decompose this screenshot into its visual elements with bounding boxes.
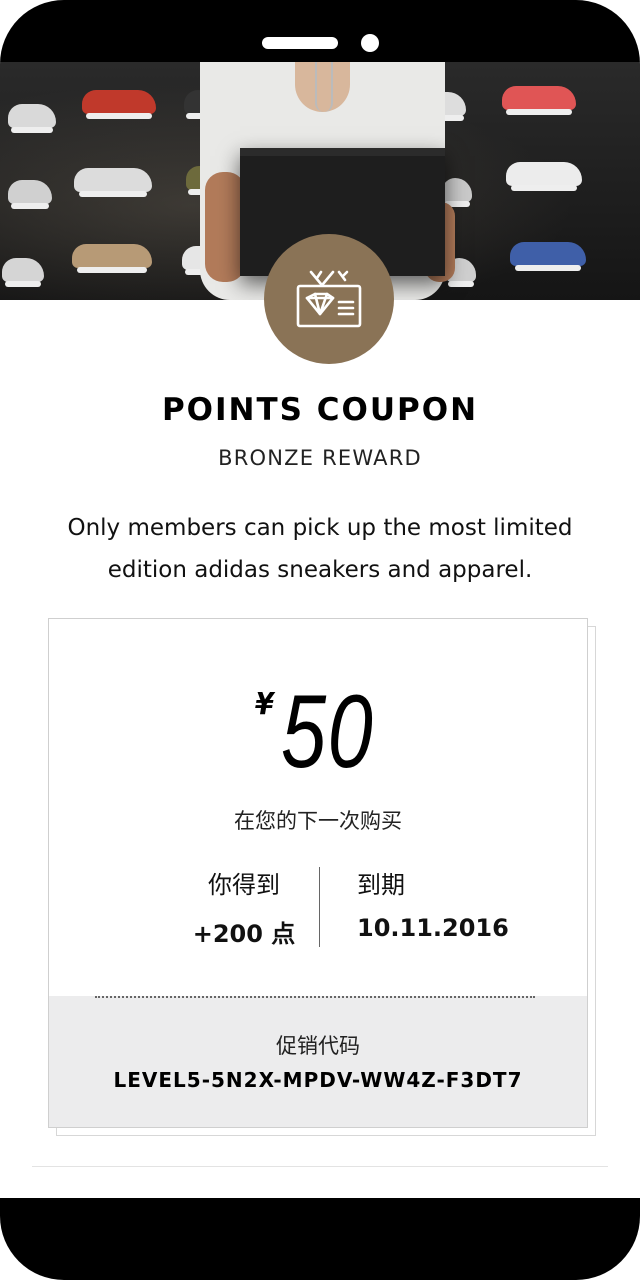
sneaker-image bbox=[8, 104, 56, 133]
coupon-description: Only members can pick up the most limite… bbox=[67, 515, 573, 583]
promo-code-value[interactable]: LEVEL5-5N2X-MPDV-WW4Z-F3DT7 bbox=[49, 1068, 587, 1092]
currency-symbol: ¥ bbox=[255, 687, 274, 722]
sneaker-image bbox=[82, 90, 156, 119]
sneaker-image bbox=[8, 180, 52, 209]
membership-card-icon bbox=[296, 270, 362, 328]
reward-badge bbox=[264, 234, 394, 364]
promo-code-label: 促销代码 bbox=[276, 1034, 360, 1058]
expiry-section: 到期 10.11.2016 bbox=[357, 865, 527, 942]
sneaker-image bbox=[502, 86, 576, 115]
points-value: +200 点 bbox=[192, 920, 296, 948]
necklace bbox=[315, 62, 333, 112]
bottom-divider bbox=[32, 1166, 608, 1167]
dotted-separator bbox=[95, 996, 535, 998]
front-camera-icon bbox=[361, 34, 379, 52]
sneaker-image bbox=[74, 168, 152, 197]
app-screen: POINTS COUPON BRONZE REWARD Only members… bbox=[0, 62, 640, 1198]
phone-frame: POINTS COUPON BRONZE REWARD Only members… bbox=[0, 0, 640, 1280]
points-section: 你得到 +200 点 bbox=[169, 865, 319, 949]
sneaker-image bbox=[72, 244, 152, 273]
expiry-label: 到期 bbox=[357, 871, 405, 899]
sneaker-image bbox=[2, 258, 44, 287]
applies-to-text: 在您的下一次购买 bbox=[234, 809, 402, 833]
coupon-card[interactable]: ¥ 50 在您的下一次购买 你得到 +200 点 到期 10.11.2016 促… bbox=[48, 618, 588, 1128]
coupon-title: POINTS COUPON bbox=[161, 392, 479, 428]
speaker-slot bbox=[262, 37, 338, 49]
coupon-subtitle: BRONZE REWARD bbox=[218, 446, 422, 470]
expiry-value: 10.11.2016 bbox=[357, 914, 509, 942]
promo-code-area[interactable]: 促销代码 LEVEL5-5N2X-MPDV-WW4Z-F3DT7 bbox=[49, 996, 587, 1127]
coupon-amount: 50 bbox=[281, 674, 375, 790]
vertical-divider bbox=[319, 867, 320, 947]
sneaker-image bbox=[506, 162, 582, 191]
points-label: 你得到 bbox=[208, 871, 280, 899]
sneaker-image bbox=[510, 242, 586, 271]
